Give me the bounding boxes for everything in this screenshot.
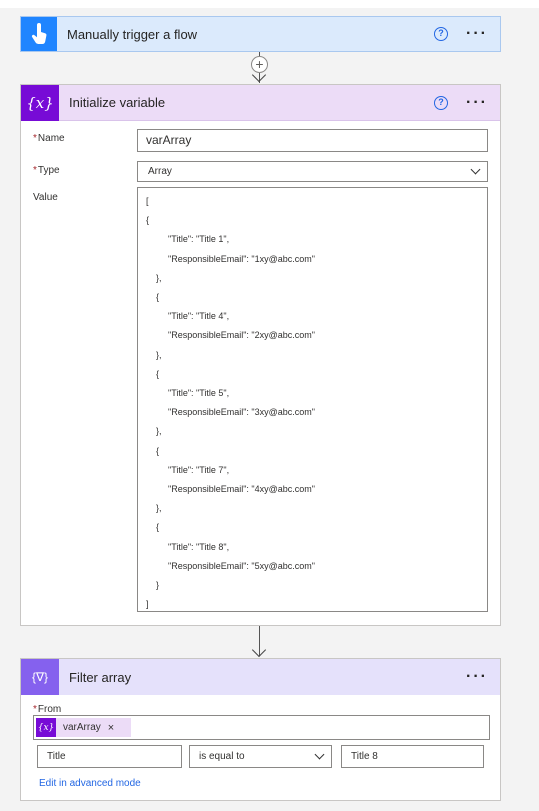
value-line: { bbox=[156, 522, 160, 533]
filter-array-header[interactable]: {∇} Filter array ··· bbox=[21, 659, 500, 695]
filter-array-card: {∇} Filter array ··· *From {x} varArray … bbox=[20, 658, 501, 801]
value-line: { bbox=[156, 368, 160, 379]
value-line: { bbox=[146, 215, 150, 226]
value-textarea[interactable]: [ { "Title": "Title 1", "ResponsibleEmail":… bbox=[137, 187, 488, 612]
token-label: varArray bbox=[63, 722, 101, 733]
value-line: "Title": "Title 5", bbox=[168, 388, 230, 398]
filter-array-title: Filter array bbox=[69, 669, 132, 685]
trigger-card[interactable]: Manually trigger a flow ? ··· bbox=[20, 16, 501, 52]
value-line: }, bbox=[156, 272, 162, 283]
hand-touch-icon bbox=[21, 17, 57, 51]
edit-advanced-mode-link[interactable]: Edit in advanced mode bbox=[39, 778, 141, 789]
arrow-down-icon bbox=[251, 642, 267, 658]
close-icon[interactable]: × bbox=[108, 722, 114, 734]
initialize-variable-title: Initialize variable bbox=[69, 95, 166, 110]
value-line: "ResponsibleEmail": "1xy@abc.com" bbox=[168, 253, 315, 264]
condition-right-input[interactable]: Title 8 bbox=[341, 745, 484, 768]
value-line: }, bbox=[156, 349, 162, 360]
from-label: *From bbox=[33, 704, 62, 715]
help-icon[interactable]: ? bbox=[434, 27, 449, 41]
value-line: [ bbox=[146, 196, 149, 206]
initialize-variable-card: {x} Initialize variable ? ··· *Name varA… bbox=[20, 84, 501, 626]
type-select[interactable]: Array bbox=[137, 161, 488, 182]
condition-operator-select[interactable]: is equal to bbox=[189, 745, 332, 768]
variable-icon: {x} bbox=[36, 718, 56, 737]
name-input[interactable]: varArray bbox=[137, 129, 488, 152]
value-line: "ResponsibleEmail": "5xy@abc.com" bbox=[168, 560, 315, 571]
value-label: Value bbox=[33, 192, 58, 203]
value-line: { bbox=[156, 445, 160, 456]
trigger-title: Manually trigger a flow bbox=[67, 26, 198, 42]
type-label: *Type bbox=[33, 165, 60, 176]
value-line: "ResponsibleEmail": "4xy@abc.com" bbox=[168, 484, 315, 494]
value-line: } bbox=[156, 580, 160, 590]
value-line: "ResponsibleEmail": "2xy@abc.com" bbox=[168, 330, 315, 341]
value-line: "Title": "Title 8", bbox=[168, 541, 230, 552]
value-line: }, bbox=[156, 426, 162, 437]
more-options-icon[interactable]: ··· bbox=[466, 94, 488, 110]
more-options-icon[interactable]: ··· bbox=[466, 26, 488, 42]
name-label: *Name bbox=[33, 133, 65, 144]
chevron-down-icon bbox=[470, 164, 481, 175]
value-line: }, bbox=[156, 503, 162, 514]
condition-operator-value: is equal to bbox=[199, 751, 245, 762]
required-mark: * bbox=[33, 704, 37, 715]
value-line: ] bbox=[146, 599, 149, 610]
chevron-down-icon bbox=[314, 749, 325, 760]
value-line: "Title": "Title 1", bbox=[168, 234, 230, 245]
initialize-variable-header[interactable]: {x} Initialize variable ? ··· bbox=[21, 84, 500, 121]
condition-left-input[interactable]: Title bbox=[37, 745, 182, 768]
value-line: "Title": "Title 7", bbox=[168, 464, 230, 475]
top-bar bbox=[0, 0, 539, 8]
from-input[interactable]: {x} varArray × bbox=[33, 715, 490, 740]
required-mark: * bbox=[33, 165, 37, 176]
value-line: { bbox=[156, 292, 160, 302]
more-options-icon[interactable]: ··· bbox=[466, 669, 488, 685]
value-line: "ResponsibleEmail": "3xy@abc.com" bbox=[168, 407, 315, 418]
help-icon[interactable]: ? bbox=[434, 95, 449, 110]
filter-icon: {∇} bbox=[21, 659, 59, 695]
variable-token[interactable]: {x} varArray × bbox=[36, 718, 131, 737]
variable-icon: {x} bbox=[21, 84, 59, 121]
value-line: "Title": "Title 4", bbox=[168, 311, 230, 322]
type-select-value: Array bbox=[148, 166, 172, 177]
required-mark: * bbox=[33, 133, 37, 144]
